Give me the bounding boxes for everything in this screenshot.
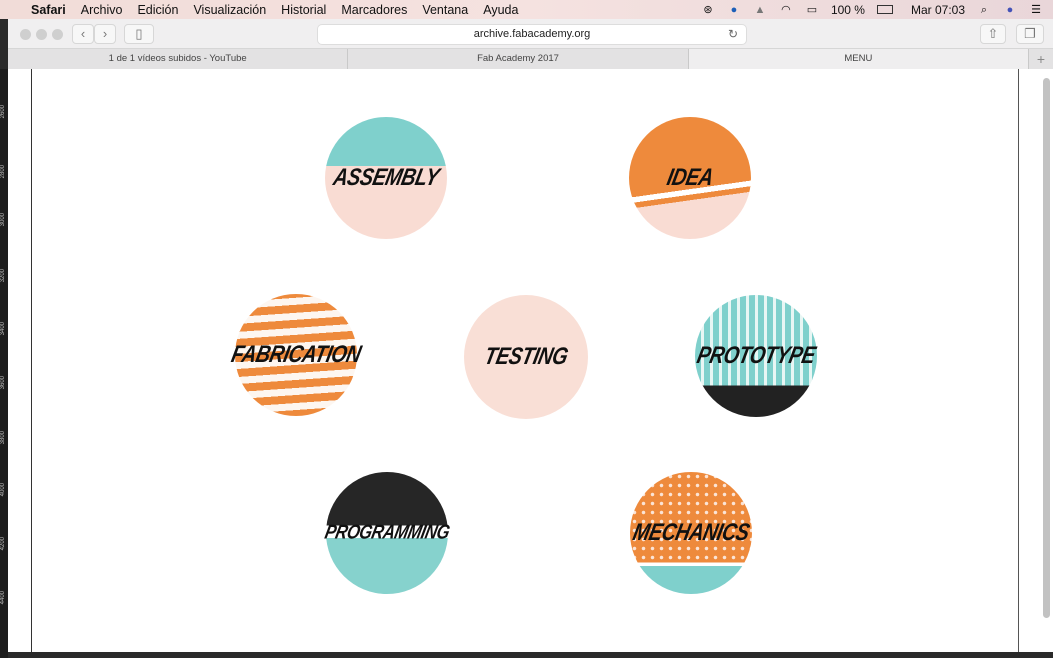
circle-assembly[interactable]: ASSEMBLY <box>325 117 447 239</box>
circle-idea[interactable]: IDEA <box>629 117 751 239</box>
notification-center-icon[interactable]: ☰ <box>1029 4 1043 16</box>
menu-bar: Safari Archivo Edición Visualización His… <box>0 0 1053 19</box>
menu-edicion[interactable]: Edición <box>137 3 178 17</box>
tab-fab-academy[interactable]: Fab Academy 2017 <box>348 49 689 69</box>
background-ruler: 2600 2800 3000 3200 3400 3600 3800 4000 … <box>0 69 8 658</box>
forward-button[interactable]: › <box>94 24 116 44</box>
page-gutter <box>8 69 31 652</box>
circle-mechanics[interactable]: MECHANICS <box>630 472 752 594</box>
menu-ayuda[interactable]: Ayuda <box>483 3 518 17</box>
address-bar[interactable]: archive.fabacademy.org ↻ <box>317 24 747 45</box>
menu-archivo[interactable]: Archivo <box>81 3 123 17</box>
reload-icon[interactable]: ↻ <box>728 25 738 44</box>
url-text: archive.fabacademy.org <box>473 28 591 40</box>
web-page: ASSEMBLY IDEA FABRICATION TESTING PROTOT… <box>31 69 1019 652</box>
ruler-label: 4400 <box>0 591 6 605</box>
ruler-label: 2800 <box>0 165 6 179</box>
spotlight-search-icon[interactable]: ⌕ <box>977 4 991 16</box>
battery-percent[interactable]: 100 % <box>831 3 865 17</box>
menu-visualizacion[interactable]: Visualización <box>193 3 266 17</box>
ruler-label: 3200 <box>0 269 6 283</box>
clock[interactable]: Mar 07:03 <box>911 3 965 17</box>
ruler-label: 4200 <box>0 537 6 551</box>
airplay-icon[interactable]: ▭ <box>805 4 819 16</box>
testing-label: TESTING <box>482 343 571 370</box>
menu-ventana[interactable]: Ventana <box>422 3 468 17</box>
circle-fabrication[interactable]: FABRICATION <box>229 294 363 416</box>
circle-prototype[interactable]: PROTOTYPE <box>694 295 818 417</box>
menu-app-safari[interactable]: Safari <box>31 3 66 17</box>
battery-icon[interactable] <box>876 5 893 14</box>
ruler-label: 3600 <box>0 376 6 390</box>
sidebar-toggle-icon[interactable]: ▯ <box>124 24 154 44</box>
tabs-overview-icon[interactable]: ❐ <box>1016 24 1044 44</box>
ruler-label: 3400 <box>0 322 6 336</box>
back-button[interactable]: ‹ <box>72 24 94 44</box>
prototype-label: PROTOTYPE <box>694 342 818 369</box>
tab-bar: 1 de 1 vídeos subidos - YouTube Fab Acad… <box>8 49 1053 69</box>
circle-testing[interactable]: TESTING <box>464 295 588 419</box>
close-window-button[interactable] <box>20 29 31 40</box>
share-icon[interactable]: ⇧ <box>980 24 1006 44</box>
fabrication-label: FABRICATION <box>228 341 364 368</box>
tab-menu[interactable]: MENU <box>688 49 1029 69</box>
zoom-window-button[interactable] <box>52 29 63 40</box>
mechanics-label: MECHANICS <box>630 519 752 546</box>
idea-label: IDEA <box>664 164 716 191</box>
ruler-label: 3800 <box>0 431 6 445</box>
safari-toolbar: ‹ › ▯ archive.fabacademy.org ↻ ⇧ ❐ <box>8 19 1053 49</box>
app-status-icon[interactable]: ● <box>727 4 741 16</box>
creative-cloud-icon[interactable]: ⊛ <box>701 4 715 16</box>
new-tab-icon[interactable]: + <box>1029 49 1053 69</box>
circle-programming[interactable]: PROGRAMMING <box>323 472 451 594</box>
wifi-icon[interactable]: ◠ <box>779 4 793 16</box>
assembly-label: ASSEMBLY <box>330 164 442 191</box>
scrollbar[interactable] <box>1043 78 1050 618</box>
menu-marcadores[interactable]: Marcadores <box>341 3 407 17</box>
siri-icon[interactable]: ● <box>1003 4 1017 16</box>
minimize-window-button[interactable] <box>36 29 47 40</box>
ruler-label: 2600 <box>0 105 6 119</box>
google-drive-icon[interactable]: ▲ <box>753 4 767 16</box>
ruler-label: 3000 <box>0 213 6 227</box>
programming-label: PROGRAMMING <box>322 521 452 544</box>
tab-youtube[interactable]: 1 de 1 vídeos subidos - YouTube <box>8 49 349 69</box>
menu-historial[interactable]: Historial <box>281 3 326 17</box>
ruler-label: 4000 <box>0 483 6 497</box>
